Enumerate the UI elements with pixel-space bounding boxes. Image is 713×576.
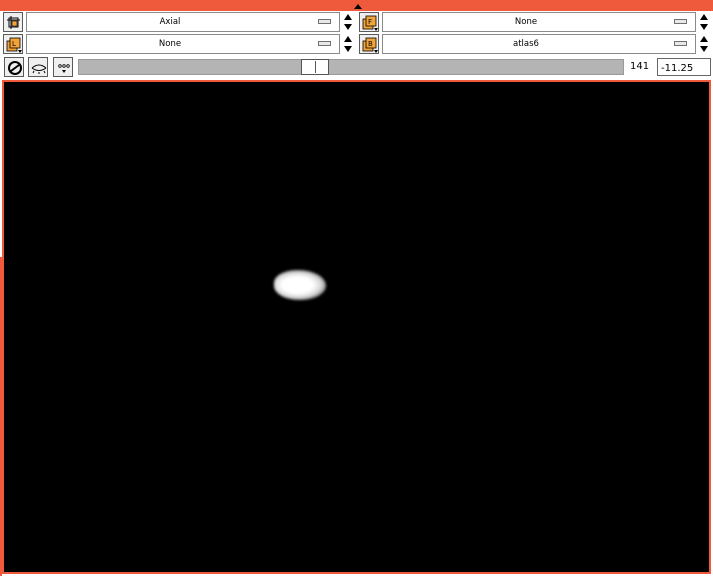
- orientation-stepper[interactable]: [342, 12, 355, 32]
- foreground-stepper[interactable]: [698, 12, 711, 32]
- label-letter: L: [12, 40, 16, 48]
- toolbar-row-slice: 141: [0, 55, 713, 80]
- background-stepper[interactable]: [698, 34, 711, 54]
- dropdown-handle-icon: [318, 41, 331, 46]
- foreground-volume-dropdown[interactable]: None: [382, 12, 696, 32]
- background-volume-dropdown[interactable]: atlas6: [382, 34, 696, 54]
- slice-number: 141: [630, 61, 650, 72]
- label-layer-icon[interactable]: L: [3, 34, 23, 54]
- collapse-arrow-icon[interactable]: [354, 4, 362, 9]
- slice-slider-thumb[interactable]: [300, 59, 329, 75]
- background-volume-value: atlas6: [513, 39, 539, 49]
- step-down-icon[interactable]: [700, 24, 708, 30]
- foreground-layer-icon[interactable]: F: [359, 12, 379, 32]
- step-up-icon[interactable]: [344, 36, 352, 42]
- toolbar-row-layers: L None B atlas6: [0, 33, 713, 55]
- background-layer-icon[interactable]: B: [359, 34, 379, 54]
- slice-slider-track[interactable]: [78, 59, 624, 75]
- crop-frame-icon[interactable]: [3, 12, 23, 32]
- orientation-value: Axial: [159, 17, 181, 27]
- step-up-icon[interactable]: [700, 14, 708, 20]
- step-down-icon[interactable]: [344, 24, 352, 30]
- foreground-letter: F: [368, 18, 372, 26]
- step-down-icon[interactable]: [700, 46, 708, 52]
- top-collapse-bar[interactable]: [0, 0, 713, 11]
- more-options-icon[interactable]: [53, 57, 73, 77]
- foreground-volume-value: None: [514, 17, 538, 27]
- label-volume-value: None: [158, 39, 182, 49]
- slice-position-input[interactable]: [657, 58, 711, 76]
- step-up-icon[interactable]: [700, 36, 708, 42]
- dropdown-handle-icon: [674, 41, 687, 46]
- label-stepper[interactable]: [342, 34, 355, 54]
- eye-visibility-icon[interactable]: [28, 57, 48, 77]
- link-icon[interactable]: [4, 57, 24, 77]
- slice-viewer[interactable]: [2, 80, 711, 574]
- rendered-structure: [274, 270, 326, 300]
- step-down-icon[interactable]: [344, 46, 352, 52]
- label-volume-dropdown[interactable]: None: [26, 34, 340, 54]
- dropdown-handle-icon: [674, 19, 687, 24]
- toolbar-row-orientation: Axial F None: [0, 11, 713, 33]
- dropdown-handle-icon: [318, 19, 331, 24]
- orientation-dropdown[interactable]: Axial: [26, 12, 340, 32]
- step-up-icon[interactable]: [344, 14, 352, 20]
- background-letter: B: [368, 40, 373, 48]
- thumb-grip: [314, 61, 316, 73]
